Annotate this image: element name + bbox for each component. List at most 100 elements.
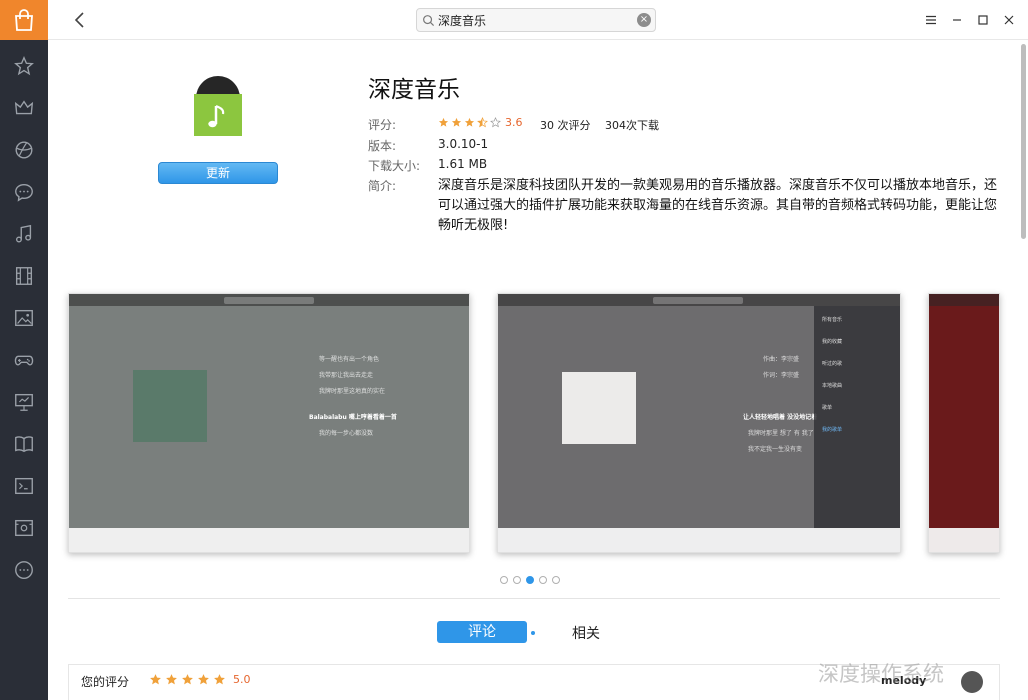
search-input[interactable] [438,11,628,29]
titlebar: × [48,0,1028,40]
star-empty-icon [490,117,501,128]
chevron-left-icon [74,12,84,28]
my-score: 5.0 [233,673,251,686]
app-store-window: × 更新 深度音乐 评分: [0,0,1028,700]
sidebar-item-system[interactable] [0,508,48,548]
watermark: 深度操作系统 [818,662,944,686]
sidebar-item-reading[interactable] [0,424,48,464]
search-icon [423,15,435,27]
carousel-dot[interactable] [539,576,547,584]
lyric-line: 我带那让我出去走走 [319,372,374,379]
mini-search [224,297,314,304]
presentation-icon [15,393,33,411]
music-icon [15,224,32,243]
sidebar-item-video[interactable] [0,256,48,296]
mini-player-bar [929,528,999,552]
sidebar-item-graphics[interactable] [0,298,48,338]
crown-icon [14,100,34,115]
mini-playlist-panel: 所有音乐 我的收藏 听过的歌 本地歌曲 歌单 我的歌单 [814,306,900,530]
globe-icon [15,141,33,159]
app-description: 深度音乐是深度科技团队开发的一款美观易用的音乐播放器。深度音乐不仅可以播放本地音… [438,178,998,233]
lyric-line: 我不定我一生没有变 [748,446,803,453]
app-icon [190,76,246,136]
sidebar-item-development[interactable] [0,466,48,506]
album-cover [562,372,636,444]
close-button[interactable] [998,10,1020,30]
close-icon [1004,15,1014,25]
star-full-icon [451,117,462,127]
version-label: 版本: [368,139,397,153]
star-full-icon [438,117,449,127]
mini-player-bar [498,528,900,552]
mini-player-bar [69,528,469,552]
mini-search [653,297,743,304]
star-icon [14,56,34,76]
carousel-dot[interactable] [552,576,560,584]
menu-button[interactable] [920,10,942,30]
terminal-icon [15,477,33,495]
mini-titlebar [929,294,999,306]
star-full-icon[interactable] [149,673,162,686]
gamepad-icon [14,355,34,366]
my-rating-stars[interactable]: 5.0 [149,673,251,686]
tab-comments[interactable]: 评论 [437,621,527,643]
album-cover [133,370,207,442]
screenshot-2[interactable]: 作曲：李宗盛 作词：李宗盛 让人轻轻地唱着 没没地记着 我牌时那里 想了 有 我… [497,293,901,553]
screenshot-3[interactable] [928,293,1000,553]
panel-item: 听过的歌 [822,361,843,367]
panel-item: 歌单 [822,405,833,411]
tab-related[interactable]: 相关 [572,623,600,643]
music-app-icon [194,76,242,136]
version-value: 3.0.10-1 [438,137,489,151]
search-box[interactable]: × [416,8,656,32]
app-title: 深度音乐 [368,77,460,103]
description-label: 简介: [368,179,397,193]
store-logo[interactable] [0,0,48,40]
star-full-icon [464,117,475,127]
lyric-line: 作词：李宗盛 [763,372,800,379]
star-full-icon[interactable] [165,673,178,686]
carousel-dots [500,576,560,584]
sidebar-item-others[interactable] [0,550,48,590]
clear-search-button[interactable]: × [637,13,651,27]
back-button[interactable] [70,10,90,30]
rating-label: 评分: [368,118,397,132]
lyric-line: 我牌时那里这地真的实在 [319,388,386,395]
tab-indicator-dot [531,631,535,635]
carousel-dot[interactable] [500,576,508,584]
panel-item: 我的收藏 [822,339,843,345]
rating-stars: 3.6 [438,116,523,129]
screenshot-1[interactable]: 等一醒也有出一个角色 我带那让我出去走走 我牌时那里这地真的实在 Balabal… [68,293,470,553]
carousel-dot[interactable] [513,576,521,584]
star-full-icon[interactable] [197,673,210,686]
size-label: 下载大小: [368,159,421,173]
sidebar-item-ranking[interactable] [0,88,48,128]
minimize-icon [953,19,961,21]
avatar [961,671,983,693]
carousel-dot-active[interactable] [526,576,534,584]
update-button[interactable]: 更新 [158,162,278,184]
safe-icon [15,519,33,537]
maximize-button[interactable] [972,10,994,30]
sidebar-item-games[interactable] [0,340,48,380]
chat-icon [15,183,33,202]
shopping-bag-icon [15,9,33,31]
menu-icon [926,15,936,25]
minimize-button[interactable] [946,10,968,30]
sidebar-item-office[interactable] [0,382,48,422]
sidebar-item-chat[interactable] [0,172,48,212]
lyric-line-current: Balabalabu 嘴上哼着看着一首 [309,414,397,421]
lyric-line: 作曲：李宗盛 [763,356,800,363]
sidebar-item-music[interactable] [0,214,48,254]
panel-item: 我的歌单 [822,427,843,433]
scrollbar[interactable] [1021,44,1026,239]
lyric-line: 我牌时那里 想了 有 我了 [748,430,814,437]
star-full-icon[interactable] [181,673,194,686]
sidebar-item-recommend[interactable] [0,46,48,86]
sidebar-item-network[interactable] [0,130,48,170]
panel-item: 所有音乐 [822,317,843,323]
lyric-line: 我的每一步心都没数 [319,430,374,437]
rating-count: 30 次评分 [540,119,591,132]
sidebar [0,0,48,700]
star-full-icon[interactable] [213,673,226,686]
